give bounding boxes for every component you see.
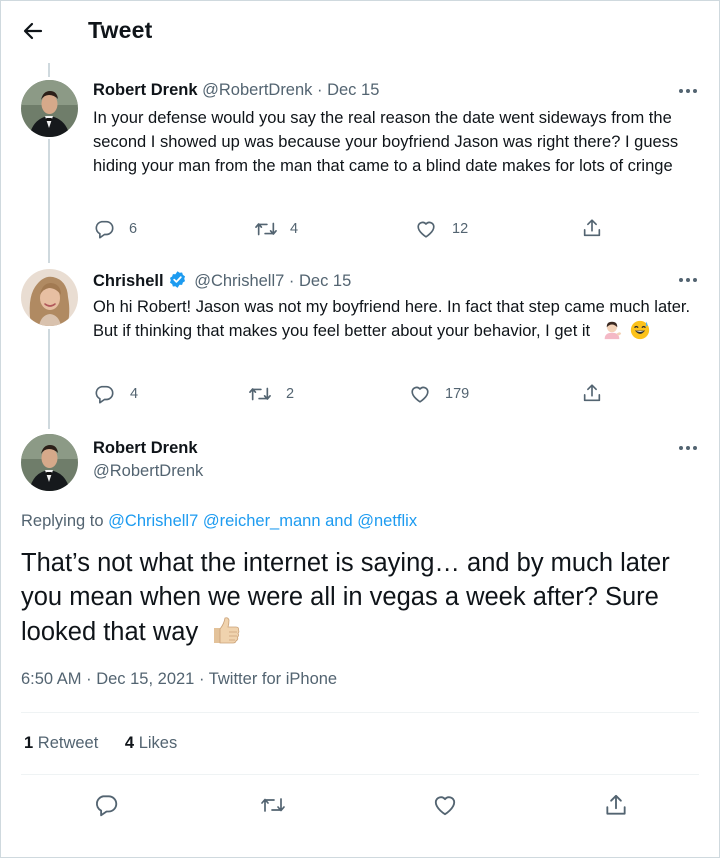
more-icon[interactable] xyxy=(679,89,699,95)
tweet-page: Tweet Robert Drenk @RobertDrenk · Dec 15… xyxy=(0,0,720,858)
retweet-button[interactable]: 4 xyxy=(254,218,298,240)
retweet-icon xyxy=(249,387,271,401)
tweet-timestamp[interactable]: 6:50 AM · Dec 15, 2021 · Twitter for iPh… xyxy=(21,670,337,689)
mention-link[interactable]: @netflix xyxy=(357,512,417,530)
more-icon[interactable] xyxy=(679,446,699,452)
thread-line xyxy=(48,63,50,77)
reply-icon[interactable] xyxy=(93,792,119,818)
avatar[interactable] xyxy=(21,269,78,326)
like-button[interactable]: 179 xyxy=(409,383,469,405)
likes-stat[interactable]: 4 Likes xyxy=(125,734,177,752)
thread-line xyxy=(48,139,50,263)
reply-button[interactable]: 6 xyxy=(93,218,137,240)
arrow-left-icon[interactable] xyxy=(21,19,45,43)
retweet-icon xyxy=(255,222,277,236)
page-title: Tweet xyxy=(88,17,153,43)
likes-stat-count: 4 xyxy=(124,734,135,752)
tweet-stats: 1 Retweet 4 Likes xyxy=(24,734,177,753)
share-icon xyxy=(583,219,601,237)
likes-stat-label: Likes xyxy=(138,734,178,752)
main-tweet-text: That’s not what the internet is saying… … xyxy=(21,546,711,649)
and-label: and xyxy=(325,512,353,530)
share-icon xyxy=(583,384,601,402)
reply-count: 4 xyxy=(130,386,139,402)
share-button[interactable] xyxy=(581,382,603,404)
retweet-button[interactable]: 2 xyxy=(248,383,294,405)
page-header: Tweet xyxy=(1,1,719,63)
retweet-icon[interactable] xyxy=(260,792,286,818)
tweet-date[interactable]: · Dec 15 xyxy=(289,272,351,290)
woman-tipping-hand-emoji xyxy=(604,321,621,340)
share-button[interactable] xyxy=(581,217,603,239)
author-name[interactable]: Robert Drenk xyxy=(93,439,198,457)
author-name[interactable]: Robert Drenk xyxy=(93,81,198,99)
main-tweet-text-content: That’s not what the internet is saying… … xyxy=(21,549,670,646)
retweet-stat-label: Retweet xyxy=(37,734,99,752)
author-handle[interactable]: @RobertDrenk xyxy=(93,462,203,481)
thread-line xyxy=(48,329,50,429)
reply-count: 6 xyxy=(129,221,138,237)
divider xyxy=(21,712,699,713)
retweet-stat-count: 1 xyxy=(24,734,34,752)
author-handle[interactable]: @RobertDrenk xyxy=(202,81,312,99)
like-count: 179 xyxy=(445,386,470,402)
tweet-header: Chrishell @Chrishell7 · Dec 15 xyxy=(93,270,351,291)
reply-icon xyxy=(95,385,114,404)
author-handle[interactable]: @Chrishell7 xyxy=(194,272,284,290)
avatar[interactable] xyxy=(21,434,78,491)
like-count: 12 xyxy=(452,221,469,237)
retweet-stat[interactable]: 1 Retweet xyxy=(24,734,98,752)
tweet-text: In your defense would you say the real r… xyxy=(93,109,679,175)
avatar[interactable] xyxy=(21,80,78,137)
tweet-date[interactable]: · Dec 15 xyxy=(317,81,379,99)
grinning-sweat-emoji xyxy=(631,320,650,340)
mention-link[interactable]: @Chrishell7 xyxy=(108,512,198,530)
mention-link[interactable]: @reicher_mann xyxy=(203,512,321,530)
retweet-count: 2 xyxy=(286,386,295,402)
thumbs-up-emoji xyxy=(214,617,240,644)
more-icon[interactable] xyxy=(679,278,699,284)
tweet-header: Robert Drenk @RobertDrenk · Dec 15 xyxy=(93,81,379,100)
like-button[interactable]: 12 xyxy=(415,218,468,240)
retweet-count: 4 xyxy=(290,221,299,237)
main-author-name[interactable]: Robert Drenk xyxy=(93,439,198,458)
share-icon[interactable] xyxy=(603,792,629,818)
replying-label: Replying to xyxy=(21,512,104,530)
reply-button[interactable]: 4 xyxy=(93,383,138,405)
heart-icon xyxy=(411,386,429,403)
replying-to: Replying to @Chrishell7 @reicher_mann an… xyxy=(21,512,417,531)
heart-icon xyxy=(417,221,435,238)
divider xyxy=(21,774,699,775)
verified-badge-icon xyxy=(169,271,185,288)
heart-icon[interactable] xyxy=(432,792,458,818)
tweet-text: Oh hi Robert! Jason was not my boyfriend… xyxy=(93,295,705,343)
author-name[interactable]: Chrishell xyxy=(93,272,164,290)
reply-icon xyxy=(95,220,114,239)
